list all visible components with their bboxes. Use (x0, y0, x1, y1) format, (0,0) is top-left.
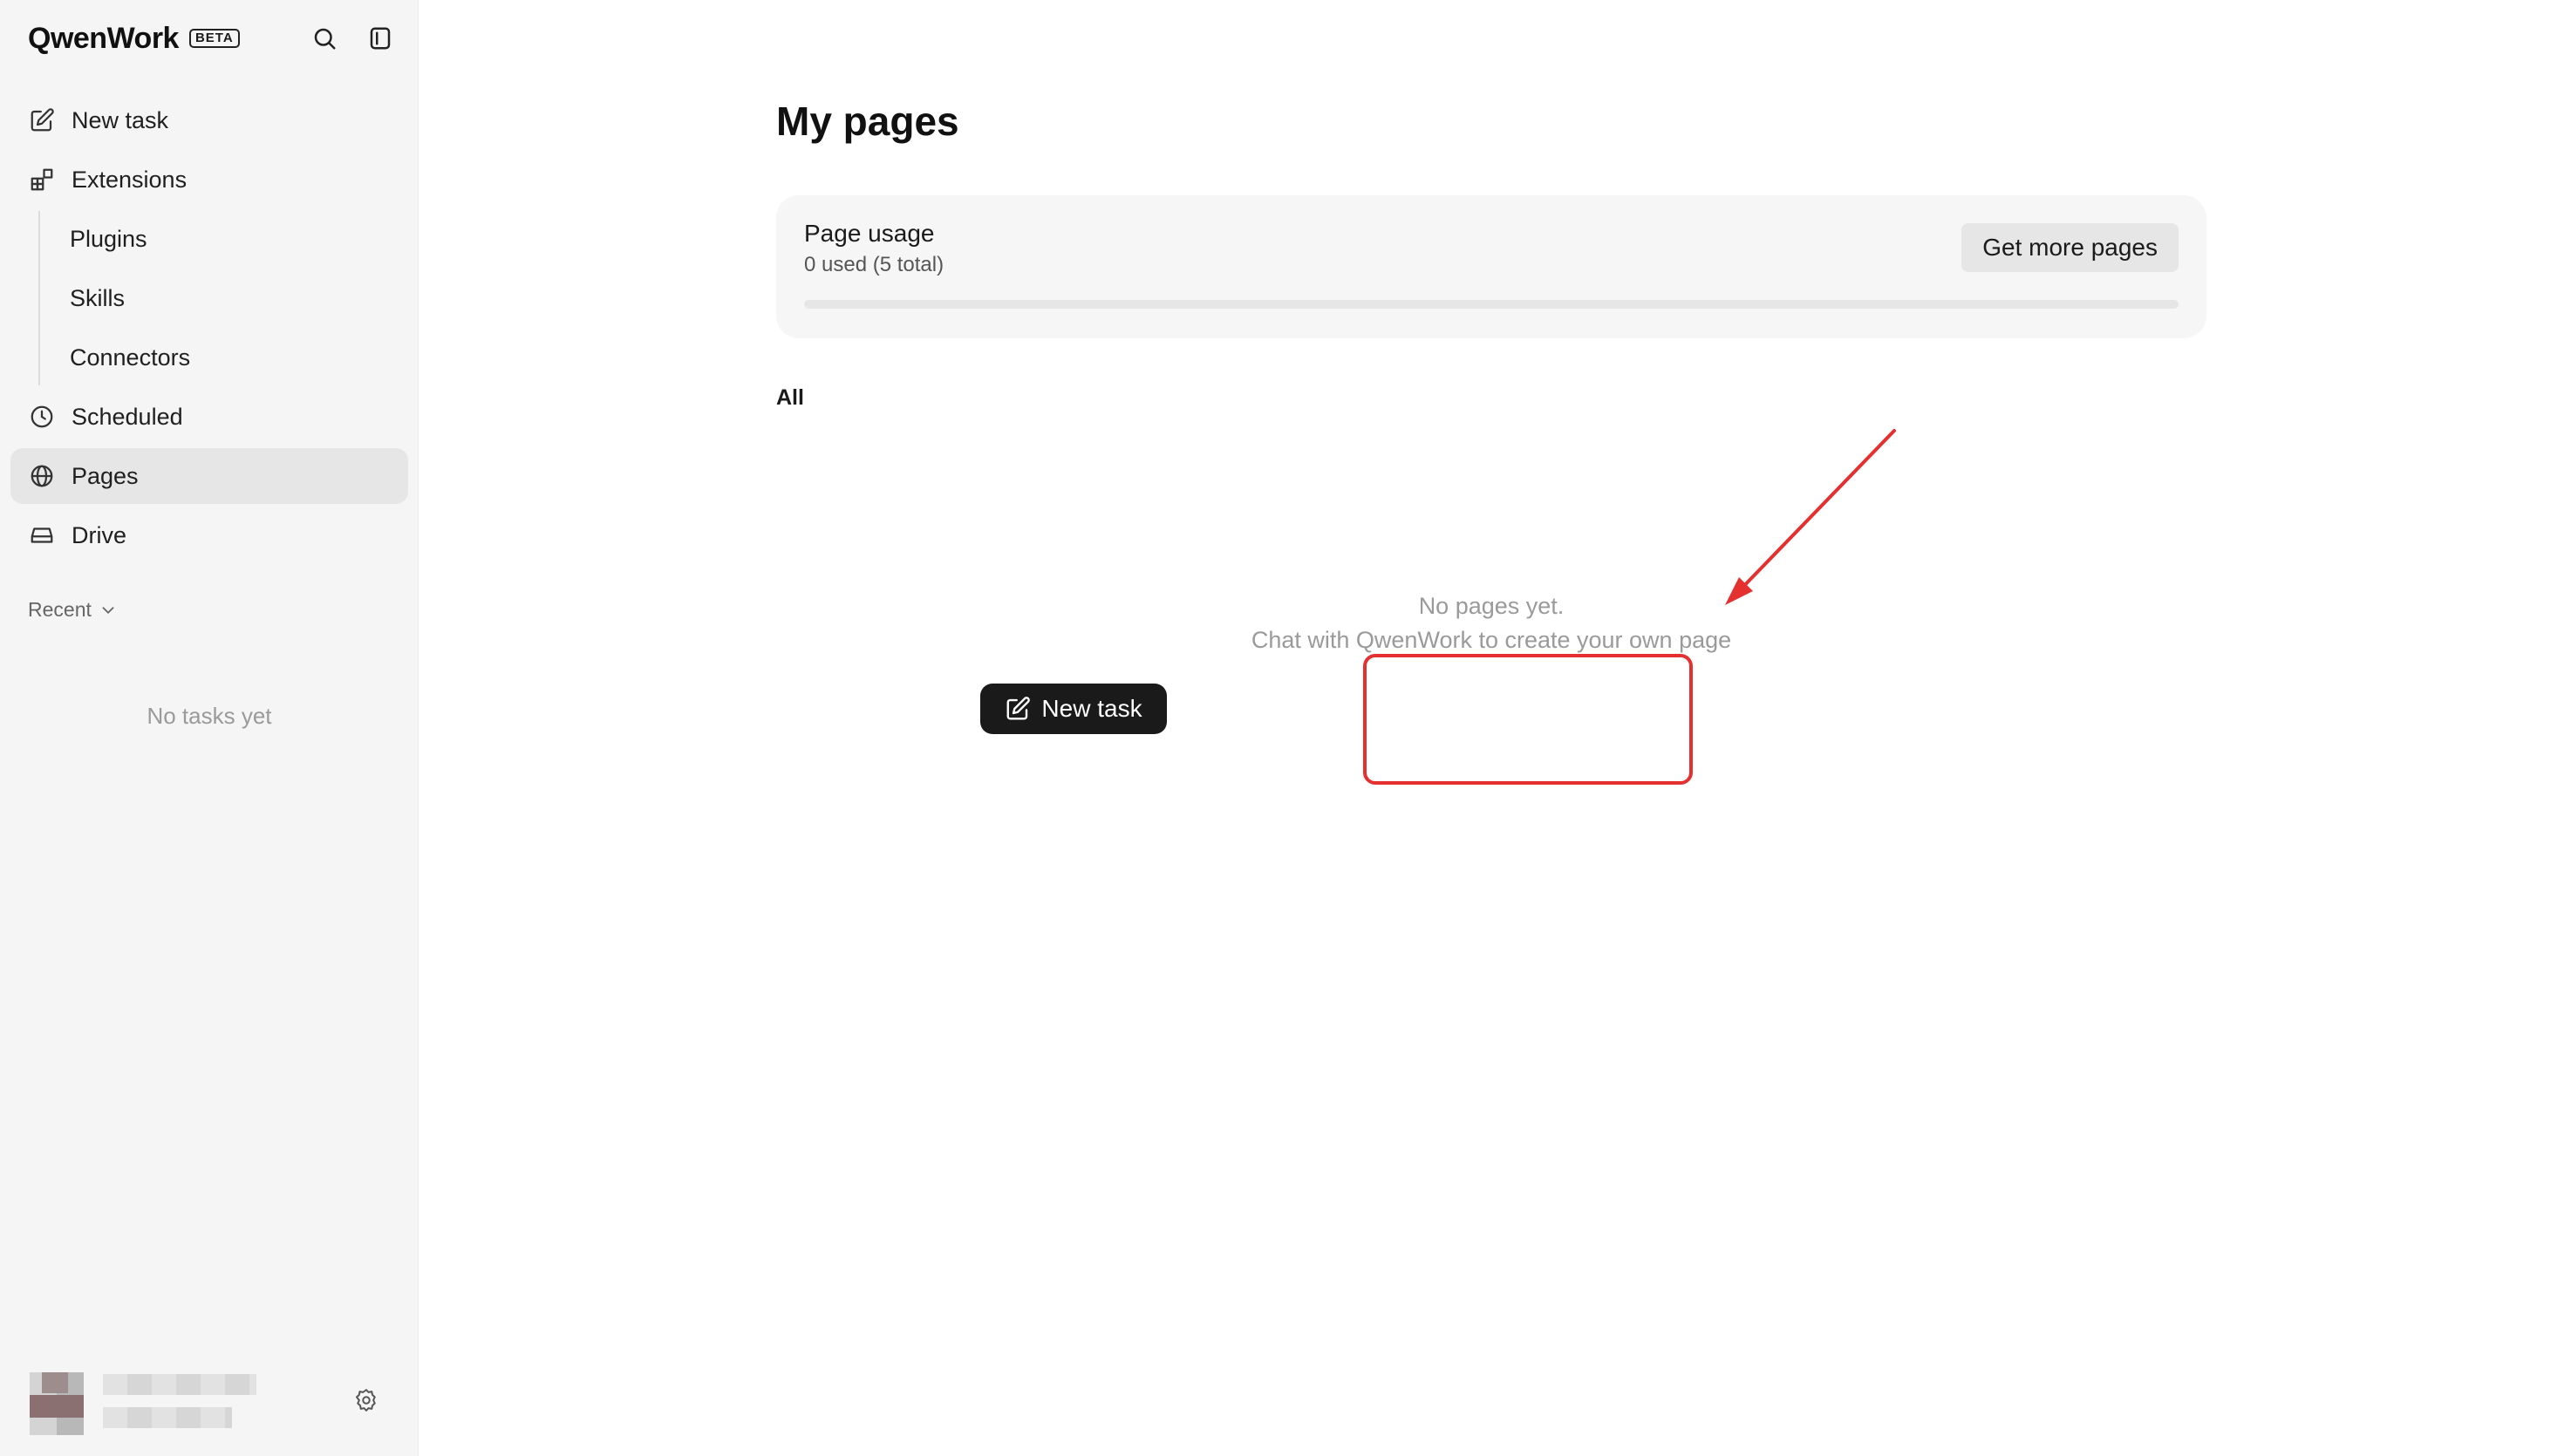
usage-progress-bar (804, 300, 2179, 309)
sidebar-item-label: Connectors (70, 344, 191, 371)
sidebar-item-label: Plugins (70, 225, 147, 252)
avatar (30, 1372, 84, 1435)
sidebar-item-extensions[interactable]: Extensions (10, 152, 408, 208)
usage-subtitle: 0 used (5 total) (804, 253, 944, 276)
new-task-button-label: New task (1041, 695, 1142, 722)
drive-icon (28, 521, 56, 549)
sidebar: QwenWork BETA New task Extensions Plugin… (0, 0, 419, 1456)
user-name-redacted (103, 1374, 256, 1395)
extensions-icon (28, 166, 56, 194)
sidebar-item-label: Extensions (72, 166, 188, 193)
main-content: My pages Page usage 0 used (5 total) Get… (419, 0, 2564, 1456)
search-icon[interactable] (307, 21, 342, 56)
sidebar-item-label: Pages (72, 462, 139, 489)
brand: QwenWork BETA (28, 19, 240, 58)
edit-icon (1006, 697, 1031, 720)
chevron-down-icon (102, 606, 114, 614)
sidebar-item-skills[interactable]: Skills (40, 270, 408, 326)
sidebar-item-label: Skills (70, 284, 126, 311)
page-usage-card: Page usage 0 used (5 total) Get more pag… (776, 195, 2206, 338)
sidebar-item-plugins[interactable]: Plugins (40, 211, 408, 267)
sidebar-nav: New task Extensions Plugins Skills Conne… (10, 92, 408, 567)
gear-icon[interactable] (349, 1383, 384, 1418)
no-tasks-text: No tasks yet (147, 703, 272, 729)
beta-badge: BETA (188, 29, 240, 48)
tab-all[interactable]: All (776, 385, 804, 411)
get-more-pages-button[interactable]: Get more pages (1961, 223, 2179, 272)
sidebar-item-connectors[interactable]: Connectors (40, 330, 408, 385)
sidebar-item-pages[interactable]: Pages (10, 448, 408, 504)
sidebar-item-scheduled[interactable]: Scheduled (10, 389, 408, 445)
globe-icon (28, 462, 56, 490)
recent-label: Recent (28, 598, 92, 621)
user-email-redacted (103, 1407, 232, 1428)
empty-state-description: Chat with QwenWork to create your own pa… (1251, 627, 1732, 653)
empty-state-title: No pages yet. (1418, 593, 1565, 619)
sidebar-toggle-icon[interactable] (363, 21, 398, 56)
empty-state: No pages yet. Chat with QwenWork to crea… (776, 589, 2206, 657)
sidebar-item-drive[interactable]: Drive (10, 507, 408, 563)
extensions-subgroup: Plugins Skills Connectors (38, 211, 408, 385)
sidebar-item-new-task[interactable]: New task (10, 92, 408, 148)
new-task-button[interactable]: New task (980, 684, 1167, 734)
sidebar-item-label: Scheduled (72, 403, 183, 430)
recent-toggle[interactable]: Recent (28, 598, 118, 622)
edit-icon (28, 106, 56, 134)
page-title: My pages (776, 99, 959, 144)
usage-title: Page usage (804, 220, 935, 247)
user-profile[interactable] (30, 1369, 256, 1440)
sidebar-item-label: Drive (72, 521, 127, 548)
sidebar-item-label: New task (72, 106, 169, 133)
clock-icon (28, 403, 56, 431)
app-name: QwenWork (28, 21, 179, 55)
